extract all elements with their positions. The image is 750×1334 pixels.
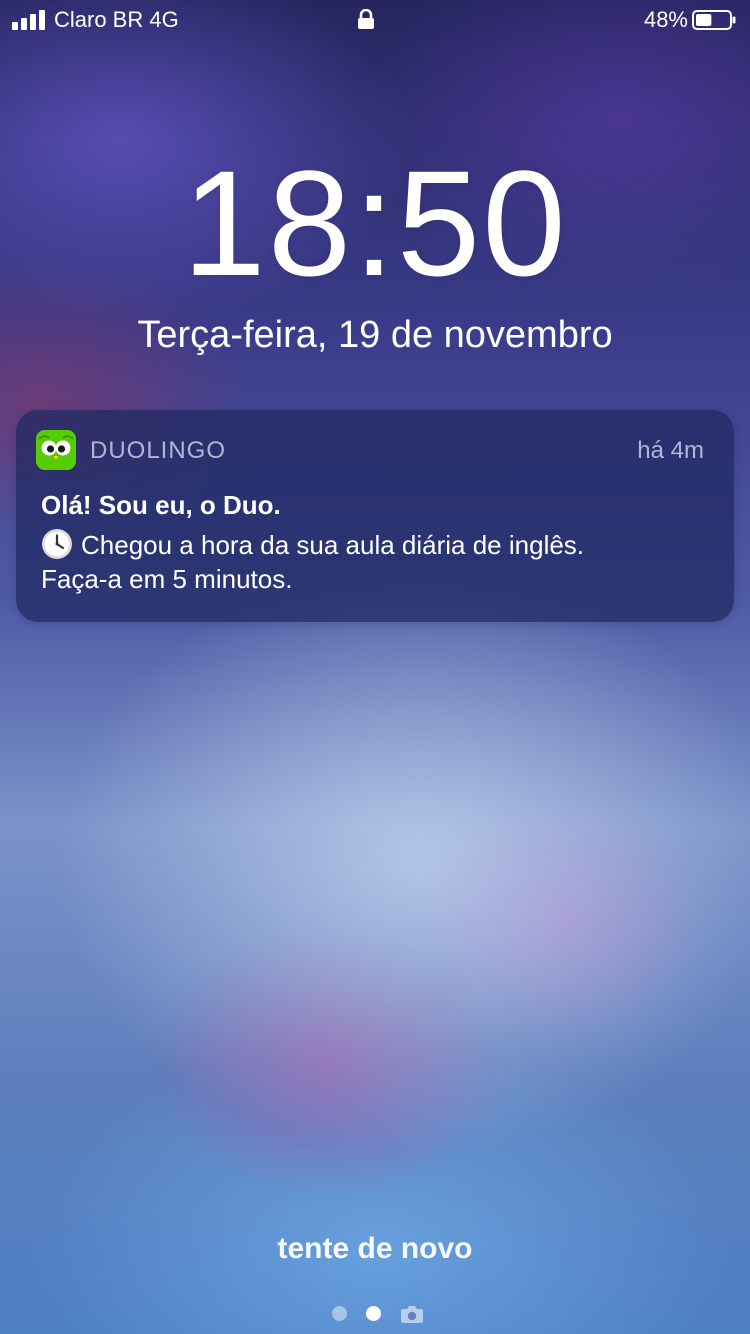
signal-icon [12,10,46,30]
carrier-label: Claro BR 4G [54,7,179,32]
duolingo-owl-icon [36,430,76,470]
notification-body-line-1: Chegou a hora da sua aula diária de ingl… [41,528,721,562]
unlock-hint: tente de novo [277,1232,473,1265]
status-bar: Claro BR 4G 48% [0,0,750,40]
lock-screen-time: 18:50 [182,139,568,307]
notification-app-name: DUOLINGO [90,437,227,464]
battery-icon [692,10,736,30]
page-dot-2[interactable] [366,1306,381,1321]
notification-title: Olá! Sou eu, o Duo. [41,490,281,520]
page-indicator [332,1302,428,1324]
battery-percent: 48% [643,7,688,32]
notification-body-line-2: Faça-a em 5 minutos. [41,564,293,594]
clock-icon [42,529,72,559]
camera-icon[interactable] [400,1304,424,1324]
lock-icon [358,9,374,29]
notification-header: DUOLINGO há 4m [16,410,734,490]
notification-body: Chegou a hora da sua aula diária de ingl… [41,528,721,596]
lock-screen-date: Terça-feira, 19 de novembro [137,314,613,356]
duolingo-notification[interactable]: DUOLINGO há 4m Olá! Sou eu, o Duo. Chego… [16,410,734,622]
page-dot-1[interactable] [332,1306,347,1321]
notification-timestamp: há 4m [637,437,704,464]
